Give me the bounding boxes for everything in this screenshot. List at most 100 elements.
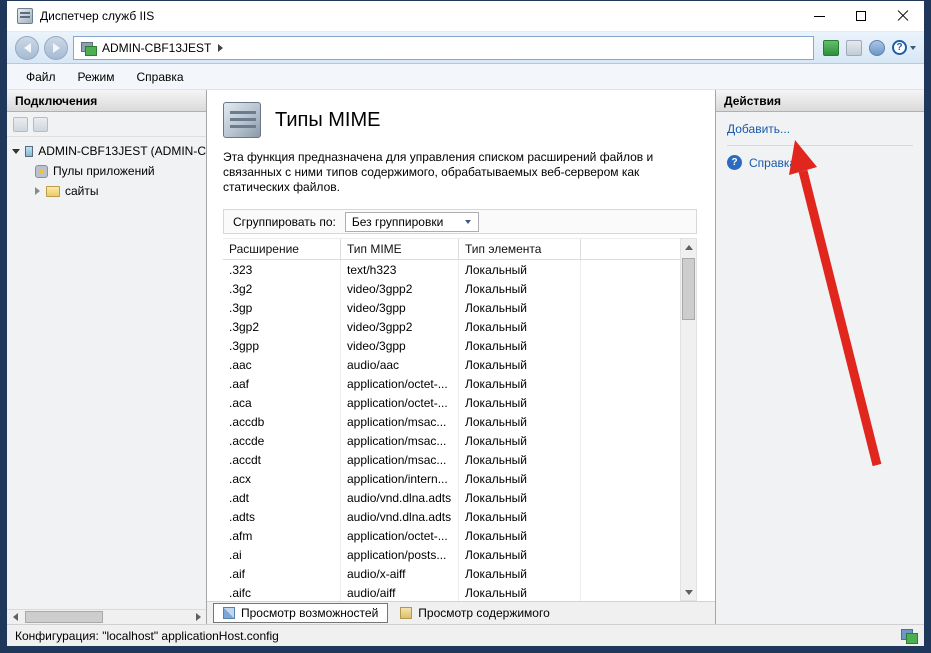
chevron-down-icon bbox=[910, 46, 916, 50]
status-bar: Конфигурация: "localhost" applicationHos… bbox=[7, 624, 924, 646]
minimize-button[interactable] bbox=[798, 1, 840, 31]
maximize-icon bbox=[856, 11, 866, 21]
menu-view[interactable]: Режим bbox=[67, 66, 126, 88]
create-connection-icon[interactable] bbox=[13, 117, 28, 132]
row-filler bbox=[581, 393, 680, 412]
expand-icon[interactable] bbox=[12, 149, 20, 154]
table-row[interactable]: .aafapplication/octet-...Локальный bbox=[223, 374, 680, 393]
mime-table: Расширение Тип MIME Тип элемента .323tex… bbox=[223, 238, 680, 601]
help-label: Справка bbox=[749, 156, 796, 170]
column-header-mime-type[interactable]: Тип MIME bbox=[341, 239, 459, 259]
row-filler bbox=[581, 431, 680, 450]
mime-type-cell: audio/vnd.dlna.adts bbox=[341, 488, 459, 507]
table-row[interactable]: .323text/h323Локальный bbox=[223, 260, 680, 279]
help-action-link[interactable]: ? Справка bbox=[727, 145, 913, 170]
entry-type-cell: Локальный bbox=[459, 336, 581, 355]
updates-icon[interactable] bbox=[869, 40, 885, 56]
iis-app-icon bbox=[17, 8, 33, 24]
connections-header: Подключения bbox=[7, 90, 206, 112]
table-row[interactable]: .aacaudio/aacЛокальный bbox=[223, 355, 680, 374]
scroll-up-button[interactable] bbox=[681, 239, 696, 255]
table-row[interactable]: .adtsaudio/vnd.dlna.adtsЛокальный bbox=[223, 507, 680, 526]
column-header-extension[interactable]: Расширение bbox=[223, 239, 341, 259]
table-row[interactable]: .3gppvideo/3gppЛокальный bbox=[223, 336, 680, 355]
messages-icon[interactable] bbox=[846, 40, 862, 56]
vertical-scrollbar[interactable] bbox=[680, 238, 697, 601]
table-row[interactable]: .aifcaudio/aiffЛокальный bbox=[223, 583, 680, 601]
entry-type-cell: Локальный bbox=[459, 488, 581, 507]
entry-type-cell: Локальный bbox=[459, 545, 581, 564]
screenshot-frame: Диспетчер служб IIS ADMIN-CBF13JEST ? bbox=[0, 0, 931, 653]
extension-cell: .3g2 bbox=[223, 279, 341, 298]
scroll-left-button[interactable] bbox=[7, 610, 23, 624]
close-icon bbox=[897, 10, 909, 22]
help-menu-button[interactable]: ? bbox=[892, 40, 916, 55]
minimize-icon bbox=[814, 16, 825, 17]
tree-node-server[interactable]: ADMIN-CBF13JEST (ADMIN-C bbox=[7, 141, 206, 161]
scroll-thumb[interactable] bbox=[682, 258, 695, 320]
table-row[interactable]: .3g2video/3gpp2Локальный bbox=[223, 279, 680, 298]
content-view-icon bbox=[400, 607, 412, 619]
forward-button[interactable] bbox=[44, 36, 68, 60]
mime-type-cell: audio/vnd.dlna.adts bbox=[341, 507, 459, 526]
connections-toolbar bbox=[7, 112, 206, 137]
title-bar: Диспетчер служб IIS bbox=[7, 1, 924, 31]
table-row[interactable]: .accdeapplication/msac...Локальный bbox=[223, 431, 680, 450]
table-row[interactable]: .acxapplication/intern...Локальный bbox=[223, 469, 680, 488]
table-row[interactable]: .3gpvideo/3gppЛокальный bbox=[223, 298, 680, 317]
chevron-right-icon[interactable] bbox=[218, 44, 223, 52]
breadcrumb-server[interactable]: ADMIN-CBF13JEST bbox=[102, 41, 211, 55]
tab-features-view[interactable]: Просмотр возможностей bbox=[213, 603, 388, 623]
row-filler bbox=[581, 279, 680, 298]
scroll-thumb[interactable] bbox=[25, 611, 103, 623]
maximize-button[interactable] bbox=[840, 1, 882, 31]
back-button[interactable] bbox=[15, 36, 39, 60]
dropdown-button[interactable] bbox=[461, 214, 476, 230]
menu-bar: Файл Режим Справка bbox=[7, 64, 924, 90]
scroll-right-button[interactable] bbox=[190, 610, 206, 624]
table-row[interactable]: .accdtapplication/msac...Локальный bbox=[223, 450, 680, 469]
group-by-dropdown[interactable]: Без группировки bbox=[345, 212, 479, 232]
column-header-entry-type[interactable]: Тип элемента bbox=[459, 239, 581, 259]
row-filler bbox=[581, 336, 680, 355]
table-row[interactable]: .afmapplication/octet-...Локальный bbox=[223, 526, 680, 545]
menu-file[interactable]: Файл bbox=[15, 66, 67, 88]
row-filler bbox=[581, 298, 680, 317]
table-row[interactable]: .aiapplication/posts...Локальный bbox=[223, 545, 680, 564]
horizontal-scrollbar[interactable] bbox=[7, 609, 206, 624]
feature-panel: Типы MIME Эта функция предназначена для … bbox=[207, 90, 715, 624]
extension-cell: .3gpp bbox=[223, 336, 341, 355]
group-by-label: Сгруппировать по: bbox=[233, 215, 336, 229]
scroll-down-button[interactable] bbox=[681, 584, 696, 600]
scroll-track[interactable] bbox=[681, 255, 696, 584]
entry-type-cell: Локальный bbox=[459, 393, 581, 412]
tab-content-view[interactable]: Просмотр содержимого bbox=[391, 603, 558, 623]
extension-cell: .acx bbox=[223, 469, 341, 488]
scroll-track[interactable] bbox=[23, 610, 190, 624]
row-filler bbox=[581, 564, 680, 583]
feature-title: Типы MIME bbox=[275, 109, 381, 132]
table-row[interactable]: .adtaudio/vnd.dlna.adtsЛокальный bbox=[223, 488, 680, 507]
entry-type-cell: Локальный bbox=[459, 469, 581, 488]
forward-icon bbox=[53, 43, 60, 53]
menu-help[interactable]: Справка bbox=[126, 66, 195, 88]
mime-type-cell: audio/aac bbox=[341, 355, 459, 374]
table-row[interactable]: .acaapplication/octet-...Локальный bbox=[223, 393, 680, 412]
entry-type-cell: Локальный bbox=[459, 526, 581, 545]
collapse-icon[interactable] bbox=[35, 187, 40, 195]
connections-tree: ADMIN-CBF13JEST (ADMIN-C Пулы приложений… bbox=[7, 137, 206, 609]
tree-node-sites[interactable]: сайты bbox=[7, 181, 206, 201]
close-button[interactable] bbox=[882, 1, 924, 31]
start-icon[interactable] bbox=[823, 40, 839, 56]
entry-type-cell: Локальный bbox=[459, 412, 581, 431]
scroll-right-icon bbox=[196, 613, 201, 621]
table-row[interactable]: .accdbapplication/msac...Локальный bbox=[223, 412, 680, 431]
breadcrumb[interactable]: ADMIN-CBF13JEST bbox=[73, 36, 814, 60]
features-view-icon bbox=[223, 607, 235, 619]
tree-node-app-pools[interactable]: Пулы приложений bbox=[7, 161, 206, 181]
table-row[interactable]: .3gp2video/3gpp2Локальный bbox=[223, 317, 680, 336]
save-connection-icon[interactable] bbox=[33, 117, 48, 132]
table-row[interactable]: .aifaudio/x-aiffЛокальный bbox=[223, 564, 680, 583]
row-filler bbox=[581, 374, 680, 393]
add-action-link[interactable]: Добавить... bbox=[727, 120, 913, 145]
